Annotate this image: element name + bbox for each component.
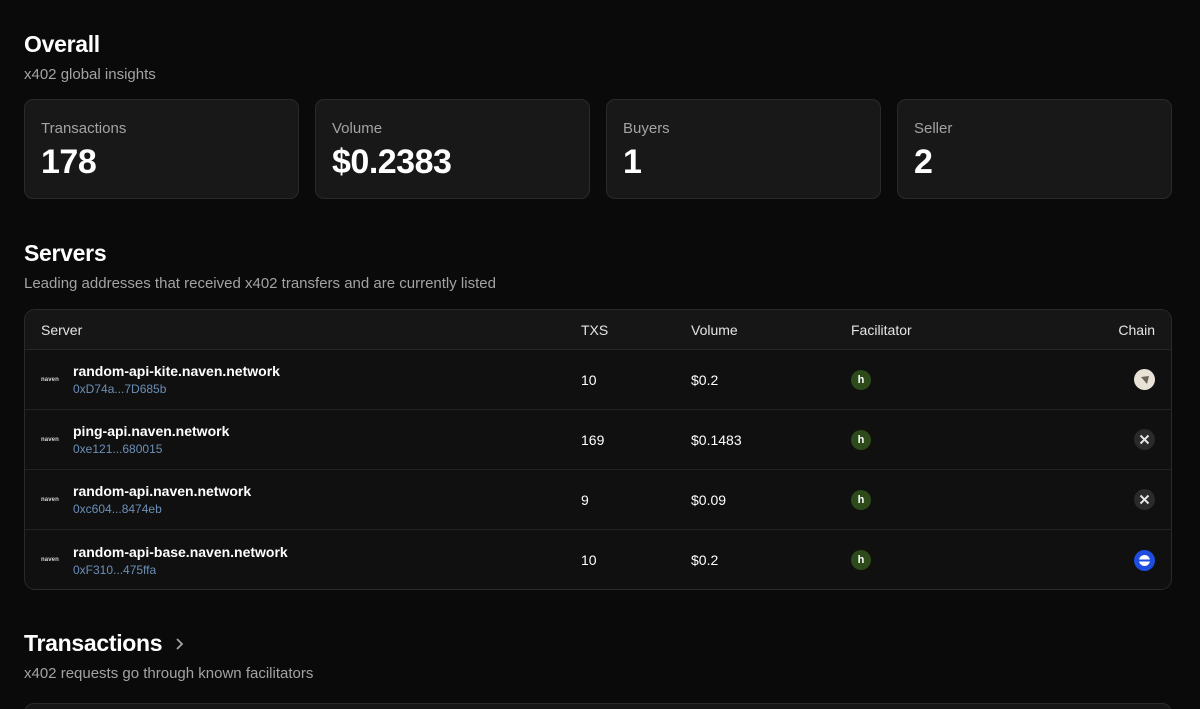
server-name[interactable]: random-api-kite.naven.network <box>73 363 280 379</box>
server-cell: naven random-api-base.naven.network 0xF3… <box>25 544 581 577</box>
volume-cell: $0.1483 <box>691 431 742 448</box>
transactions-title: Transactions <box>24 630 163 656</box>
stat-value: $0.2383 <box>332 143 452 181</box>
server-info: ping-api.naven.network 0xe121...680015 <box>73 423 229 456</box>
server-address[interactable]: 0xD74a...7D685b <box>73 382 280 396</box>
stat-label: Seller <box>914 120 953 137</box>
x-chain-icon <box>1134 489 1155 510</box>
servers-section: Servers Leading addresses that received … <box>24 240 496 292</box>
server-cell: naven random-api-kite.naven.network 0xD7… <box>25 363 581 396</box>
table-row[interactable]: naven random-api-base.naven.network 0xF3… <box>25 530 1171 589</box>
facilitator-icon: h <box>851 550 871 570</box>
table-row[interactable]: naven random-api-kite.naven.network 0xD7… <box>25 350 1171 410</box>
stat-card-volume: Volume $0.2383 <box>315 99 590 199</box>
stat-label: Transactions <box>41 120 127 137</box>
server-info: random-api-kite.naven.network 0xD74a...7… <box>73 363 280 396</box>
facilitator-icon: h <box>851 369 871 390</box>
stat-card-transactions: Transactions 178 <box>24 99 299 199</box>
txs-cell: 169 <box>581 431 605 448</box>
stat-card-buyers: Buyers 1 <box>606 99 881 199</box>
volume-cell: $0.2 <box>691 371 719 388</box>
servers-subtitle: Leading addresses that received x402 tra… <box>24 275 496 292</box>
server-info: random-api-base.naven.network 0xF310...4… <box>73 544 288 577</box>
chain-cell <box>1051 489 1171 510</box>
facilitator-cell: h <box>851 429 1051 450</box>
facilitator-cell: h <box>851 550 1051 570</box>
chain-cell <box>1051 549 1171 571</box>
column-header-txs: TXS <box>581 321 609 338</box>
server-address[interactable]: 0xF310...475ffa <box>73 563 288 577</box>
stat-value: 178 <box>41 143 97 181</box>
facilitator-cell: h <box>851 489 1051 510</box>
servers-title: Servers <box>24 240 107 266</box>
transactions-title-link[interactable]: Transactions <box>24 630 313 657</box>
server-address[interactable]: 0xe121...680015 <box>73 442 229 456</box>
base-chain-icon <box>1134 549 1155 571</box>
naven-logo: naven <box>41 376 59 383</box>
servers-table: Server TXS Volume Facilitator Chain nave… <box>24 309 1172 590</box>
naven-logo: naven <box>41 436 59 443</box>
column-header-chain: Chain <box>1118 321 1155 338</box>
stat-label: Buyers <box>623 120 670 137</box>
txs-cell: 10 <box>581 552 597 568</box>
overall-title: Overall <box>24 31 100 57</box>
table-row[interactable]: naven ping-api.naven.network 0xe121...68… <box>25 410 1171 470</box>
stat-value: 2 <box>914 143 933 181</box>
page: Overall x402 global insights Transaction… <box>0 0 1200 709</box>
kite-chain-icon <box>1134 369 1155 390</box>
naven-logo: naven <box>41 557 59 563</box>
naven-logo: naven <box>41 496 59 503</box>
txs-cell: 9 <box>581 491 589 508</box>
transactions-table-top <box>24 703 1172 709</box>
table-header: Server TXS Volume Facilitator Chain <box>25 310 1171 350</box>
facilitator-icon: h <box>851 429 871 450</box>
volume-cell: $0.2 <box>691 552 719 568</box>
transactions-subtitle: x402 requests go through known facilitat… <box>24 665 314 682</box>
column-header-server: Server <box>41 321 83 338</box>
server-name[interactable]: ping-api.naven.network <box>73 423 229 439</box>
chain-cell <box>1051 429 1171 450</box>
server-info: random-api.naven.network 0xc604...8474eb <box>73 483 251 516</box>
server-name[interactable]: random-api.naven.network <box>73 483 251 499</box>
volume-cell: $0.09 <box>691 491 727 508</box>
stat-card-seller: Seller 2 <box>897 99 1172 199</box>
server-cell: naven random-api.naven.network 0xc604...… <box>25 483 581 516</box>
server-address[interactable]: 0xc604...8474eb <box>73 502 251 516</box>
facilitator-icon: h <box>851 489 871 510</box>
facilitator-cell: h <box>851 369 1051 390</box>
stat-label: Volume <box>332 120 383 137</box>
transactions-section: Transactions x402 requests go through kn… <box>24 630 313 682</box>
overall-section: Overall x402 global insights <box>24 31 156 83</box>
x-chain-icon <box>1134 429 1155 450</box>
chain-cell <box>1051 369 1171 390</box>
server-cell: naven ping-api.naven.network 0xe121...68… <box>25 423 581 456</box>
column-header-facilitator: Facilitator <box>851 321 912 338</box>
txs-cell: 10 <box>581 371 597 388</box>
overall-subtitle: x402 global insights <box>24 66 156 83</box>
table-row[interactable]: naven random-api.naven.network 0xc604...… <box>25 470 1171 530</box>
stat-value: 1 <box>623 143 642 181</box>
column-header-volume: Volume <box>691 321 738 338</box>
server-name[interactable]: random-api-base.naven.network <box>73 544 288 560</box>
chevron-right-icon <box>176 637 184 650</box>
stats-cards: Transactions 178 Volume $0.2383 Buyers 1… <box>24 99 1172 199</box>
